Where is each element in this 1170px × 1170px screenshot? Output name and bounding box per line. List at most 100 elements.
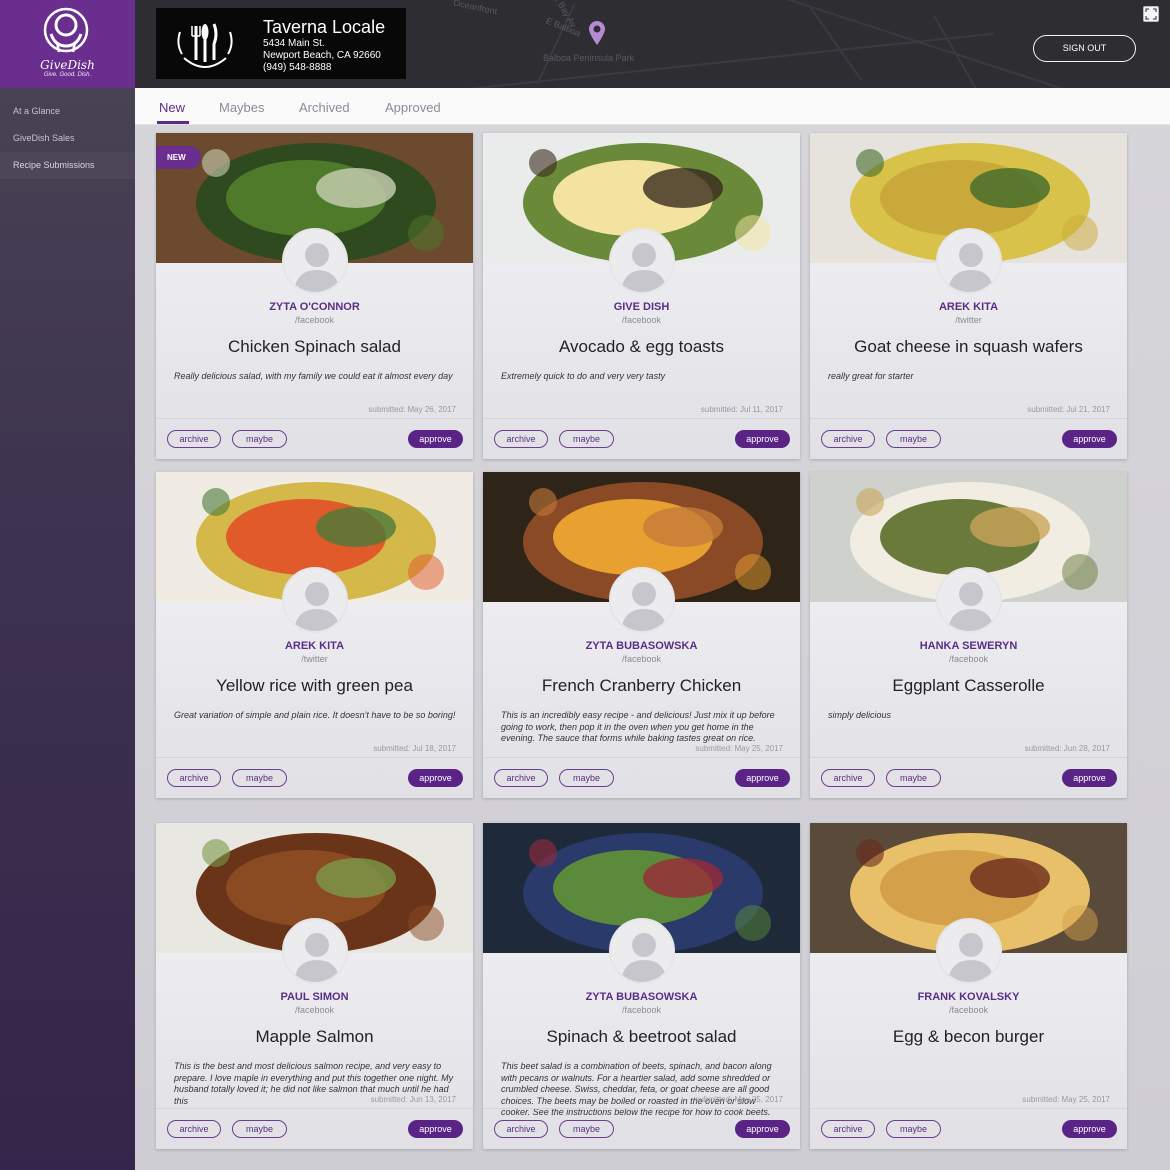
author-avatar — [936, 567, 1002, 633]
maybe-button[interactable]: maybe — [559, 769, 614, 787]
maybe-button[interactable]: maybe — [886, 430, 941, 448]
submitted-date: submitted: Jul 18, 2017 — [373, 744, 456, 753]
recipe-title: Avocado & egg toasts — [558, 337, 725, 356]
submitted-date: submitted: May 25, 2017 — [695, 744, 783, 753]
recipe-title: Chicken Spinach salad — [228, 337, 401, 356]
approve-button[interactable]: approve — [735, 430, 790, 448]
author-avatar — [936, 228, 1002, 294]
archive-button[interactable]: archive — [167, 769, 221, 787]
user-silhouette-icon — [948, 582, 994, 631]
author-name: HANKA SEWERYN — [919, 640, 1018, 652]
recipe-card: NEW ZYTA O'CONNOR /facebook Chicken Spin… — [156, 133, 473, 459]
approve-button[interactable]: approve — [735, 769, 790, 787]
approve-button[interactable]: approve — [408, 430, 463, 448]
restaurant-card: Taverna Locale 5434 Main St. Newport Bea… — [156, 8, 406, 79]
sign-out-button[interactable]: SIGN OUT — [1033, 35, 1136, 62]
card-actions: archive maybe approve — [483, 1108, 800, 1149]
approve-button[interactable]: approve — [1062, 1120, 1117, 1138]
recipe-title: Goat cheese in squash wafers — [854, 337, 1083, 356]
user-silhouette-icon — [294, 243, 340, 292]
user-silhouette-icon — [621, 243, 667, 292]
author-avatar — [609, 567, 675, 633]
restaurant-phone: (949) 548-8888 — [263, 62, 332, 73]
recipe-title: Spinach & beetroot salad — [546, 1027, 737, 1046]
restaurant-name: Taverna Locale — [263, 17, 386, 37]
submitted-date: submitted: Jul 11, 2017 — [700, 405, 783, 414]
archive-button[interactable]: archive — [167, 430, 221, 448]
archive-button[interactable]: archive — [821, 769, 875, 787]
submitted-date: submitted: May 25, 2017 — [1022, 1095, 1110, 1104]
archive-button[interactable]: archive — [494, 1120, 548, 1138]
author-avatar — [282, 918, 348, 984]
map-pin-icon — [589, 21, 605, 45]
maybe-button[interactable]: maybe — [232, 1120, 287, 1138]
author-avatar — [609, 228, 675, 294]
sidebar-item-givedish-sales[interactable]: GiveDish Sales — [0, 125, 135, 152]
tab-archived[interactable]: Archived — [299, 100, 350, 115]
recipe-card: HANKA SEWERYN /facebook Eggplant Cassero… — [810, 472, 1127, 798]
user-silhouette-icon — [294, 582, 340, 631]
archive-button[interactable]: archive — [494, 769, 548, 787]
author-source: /facebook — [294, 315, 335, 325]
author-name: ZYTA BUBASOWSKA — [585, 640, 698, 652]
maybe-button[interactable]: maybe — [232, 430, 287, 448]
maybe-button[interactable]: maybe — [559, 430, 614, 448]
archive-button[interactable]: archive — [167, 1120, 221, 1138]
sidebar: GiveDish Give. Good. Dish. At a Glance G… — [0, 0, 135, 1170]
author-source: /facebook — [948, 654, 989, 664]
recipe-description: Extremely quick to do and very very tast… — [501, 371, 666, 381]
approve-button[interactable]: approve — [735, 1120, 790, 1138]
maybe-button[interactable]: maybe — [232, 769, 287, 787]
maybe-button[interactable]: maybe — [886, 1120, 941, 1138]
archive-button[interactable]: archive — [821, 1120, 875, 1138]
approve-button[interactable]: approve — [1062, 769, 1117, 787]
author-avatar — [609, 918, 675, 984]
submitted-date: submitted: Jun 13, 2017 — [370, 1095, 456, 1104]
card-actions: archive maybe approve — [810, 757, 1127, 798]
recipe-description: This is an incredibly easy recipe - and … — [501, 710, 775, 743]
recipe-card: ZYTA BUBASOWSKA /facebook French Cranber… — [483, 472, 800, 798]
submitted-date: submitted: Jul 21, 2017 — [1027, 405, 1110, 414]
approve-button[interactable]: approve — [408, 1120, 463, 1138]
header: Oceanfront E Bay Av E Balboa Balboa Peni… — [135, 0, 1170, 88]
map-label: Oceanfront — [452, 0, 499, 17]
archive-button[interactable]: archive — [494, 430, 548, 448]
recipe-description: Really delicious salad, with my family w… — [174, 371, 453, 381]
author-source: /twitter — [301, 654, 328, 664]
maybe-button[interactable]: maybe — [886, 769, 941, 787]
fullscreen-icon[interactable] — [1143, 6, 1159, 22]
author-source: /facebook — [948, 1005, 989, 1015]
recipe-card: FRANK KOVALSKY /facebook Egg & becon bur… — [810, 823, 1127, 1149]
card-actions: archive maybe approve — [483, 418, 800, 459]
sidebar-item-recipe-submissions[interactable]: Recipe Submissions — [0, 152, 135, 179]
recipe-title: Mapple Salmon — [255, 1027, 374, 1046]
user-silhouette-icon — [621, 933, 667, 982]
restaurant-logo-icon — [177, 23, 233, 68]
archive-button[interactable]: archive — [821, 430, 875, 448]
author-source: /facebook — [621, 654, 662, 664]
approve-button[interactable]: approve — [408, 769, 463, 787]
author-name: AREK KITA — [938, 301, 999, 313]
author-source: /facebook — [621, 315, 662, 325]
maybe-button[interactable]: maybe — [559, 1120, 614, 1138]
author-name: ZYTA BUBASOWSKA — [585, 991, 698, 1003]
tab-maybes[interactable]: Maybes — [219, 100, 265, 115]
givedish-logo[interactable]: GiveDish Give. Good. Dish. — [0, 0, 135, 88]
card-actions: archive maybe approve — [810, 418, 1127, 459]
tab-approved[interactable]: Approved — [385, 100, 441, 115]
user-silhouette-icon — [294, 933, 340, 982]
author-source: /facebook — [621, 1005, 662, 1015]
tab-new[interactable]: New — [159, 100, 185, 115]
recipe-title: French Cranberry Chicken — [541, 676, 742, 695]
card-actions: archive maybe approve — [156, 418, 473, 459]
recipe-description: Great variation of simple and plain rice… — [174, 710, 456, 720]
recipe-description: simply delicious — [828, 710, 892, 720]
author-name: ZYTA O'CONNOR — [269, 301, 360, 313]
recipe-card: GIVE DISH /facebook Avocado & egg toasts… — [483, 133, 800, 459]
sidebar-item-at-a-glance[interactable]: At a Glance — [0, 98, 135, 125]
approve-button[interactable]: approve — [1062, 430, 1117, 448]
author-source: /facebook — [294, 1005, 335, 1015]
author-source: /twitter — [955, 315, 982, 325]
recipe-description: really great for starter — [828, 371, 914, 381]
author-avatar — [282, 228, 348, 294]
